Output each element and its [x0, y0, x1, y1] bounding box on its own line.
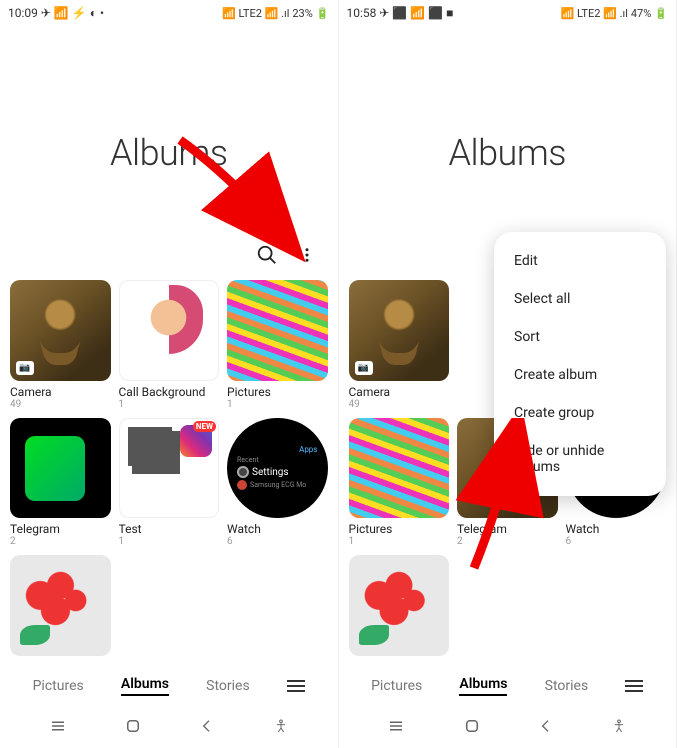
album-thumbnail: [349, 555, 450, 656]
album-telegram[interactable]: Telegram 2: [10, 418, 111, 548]
status-time: 10:58: [347, 6, 377, 20]
android-nav-bar: [0, 708, 338, 748]
album-name: Telegram: [457, 522, 558, 536]
page-title: Albums: [0, 22, 338, 244]
page-title: Albums: [339, 22, 677, 244]
album-name: Telegram: [10, 522, 111, 536]
watch-apps-label: Apps: [237, 445, 317, 454]
menu-popup: Edit Select all Sort Create album Create…: [494, 232, 666, 496]
album-camera[interactable]: 📷 Camera 49: [349, 280, 450, 410]
album-name: Watch: [566, 522, 667, 536]
hamburger-icon[interactable]: [625, 680, 643, 692]
toolbar: [0, 244, 338, 274]
status-time: 10:09: [8, 6, 38, 20]
album-thumbnail: [10, 555, 111, 656]
more-icon[interactable]: [296, 244, 318, 266]
back-button[interactable]: [538, 718, 554, 738]
accessibility-button[interactable]: [273, 718, 289, 738]
album-thumbnail: [10, 418, 111, 519]
home-button[interactable]: [124, 717, 142, 739]
tab-pictures[interactable]: Pictures: [33, 678, 84, 694]
album-thumbnail: 📷: [10, 280, 111, 381]
gear-icon: [237, 466, 249, 478]
album-count: 6: [566, 536, 667, 547]
status-bar: 10:58 ✈ ⬛ 📶 ⬛ ■ 📶 LTE2 📶 .ıl 47% 🔋: [339, 0, 677, 22]
watch-settings-label: Settings: [252, 467, 289, 478]
android-nav-bar: [339, 708, 677, 748]
album-call-background[interactable]: Call Background 1: [119, 280, 220, 410]
album-watch[interactable]: Apps Recent Settings Samsung ECG Mo Watc…: [227, 418, 328, 548]
status-network: 📶 LTE2 📶 .ıl: [561, 7, 628, 20]
home-button[interactable]: [463, 717, 481, 739]
status-bar: 10:09 ✈ 📶 ⚡ ◐ • 📶 LTE2 📶 .ıl 23% 🔋: [0, 0, 338, 22]
menu-item-hide[interactable]: Hide or unhide albums: [494, 432, 666, 486]
album-thumbnail: [349, 418, 450, 519]
new-badge: NEW: [193, 421, 216, 432]
recents-button[interactable]: [387, 717, 405, 739]
status-network: 📶 LTE2 📶 .ıl: [222, 7, 289, 20]
album-count: 1: [119, 536, 220, 547]
album-count: 49: [349, 399, 450, 410]
menu-item-select-all[interactable]: Select all: [494, 280, 666, 318]
album-thumbnail: NEW: [119, 418, 220, 519]
album-name: Pictures: [227, 385, 328, 399]
album-thumbnail: [119, 280, 220, 381]
tab-stories[interactable]: Stories: [206, 678, 250, 694]
album-grid: 📷 Camera 49 Call Background 1 Pictures 1…: [0, 274, 338, 662]
camera-icon: 📷: [16, 361, 34, 375]
back-button[interactable]: [199, 718, 215, 738]
phone-right: 10:58 ✈ ⬛ 📶 ⬛ ■ 📶 LTE2 📶 .ıl 47% 🔋 Album…: [339, 0, 677, 748]
album-name: Watch: [227, 522, 328, 536]
album-count: 6: [227, 536, 328, 547]
album-count: 1: [119, 399, 220, 410]
menu-item-sort[interactable]: Sort: [494, 318, 666, 356]
album-extra[interactable]: [10, 555, 111, 656]
camera-icon: 📷: [355, 361, 373, 375]
tab-albums[interactable]: Albums: [121, 676, 169, 696]
album-name: Camera: [349, 385, 450, 399]
album-count: 49: [10, 399, 111, 410]
watch-recent-label: Recent: [237, 456, 317, 464]
status-battery: 23%: [292, 7, 312, 20]
battery-icon: 🔋: [316, 7, 330, 20]
health-icon: [237, 480, 247, 490]
album-pictures[interactable]: Pictures 1: [227, 280, 328, 410]
tab-pictures[interactable]: Pictures: [371, 678, 422, 694]
bottom-tabs: Pictures Albums Stories: [339, 664, 677, 708]
status-icons: ✈ ⬛ 📶 ⬛ ■: [379, 6, 453, 20]
album-count: 2: [457, 536, 558, 547]
album-name: Camera: [10, 385, 111, 399]
album-count: 1: [349, 536, 450, 547]
status-icons: ✈ 📶 ⚡ ◐ •: [41, 6, 104, 20]
album-test[interactable]: NEW Test 1: [119, 418, 220, 548]
album-extra[interactable]: [349, 555, 450, 656]
tab-stories[interactable]: Stories: [545, 678, 589, 694]
album-name: Test: [119, 522, 220, 536]
menu-item-edit[interactable]: Edit: [494, 242, 666, 280]
bottom-tabs: Pictures Albums Stories: [0, 664, 338, 708]
recents-button[interactable]: [49, 717, 67, 739]
search-icon[interactable]: [256, 244, 278, 266]
album-count: 2: [10, 536, 111, 547]
tab-albums[interactable]: Albums: [459, 676, 507, 696]
battery-icon: 🔋: [654, 7, 668, 20]
album-pictures[interactable]: Pictures 1: [349, 418, 450, 548]
hamburger-icon[interactable]: [287, 680, 305, 692]
album-camera[interactable]: 📷 Camera 49: [10, 280, 111, 410]
status-battery: 47%: [631, 7, 651, 20]
menu-item-create-group[interactable]: Create group: [494, 394, 666, 432]
album-name: Pictures: [349, 522, 450, 536]
album-count: 1: [227, 399, 328, 410]
album-thumbnail: Apps Recent Settings Samsung ECG Mo: [227, 418, 328, 519]
menu-item-create-album[interactable]: Create album: [494, 356, 666, 394]
watch-samsung-label: Samsung ECG Mo: [250, 481, 306, 489]
album-thumbnail: 📷: [349, 280, 450, 381]
accessibility-button[interactable]: [611, 718, 627, 738]
album-thumbnail: [227, 280, 328, 381]
phone-left: 10:09 ✈ 📶 ⚡ ◐ • 📶 LTE2 📶 .ıl 23% 🔋 Album…: [0, 0, 339, 748]
album-name: Call Background: [119, 385, 220, 399]
